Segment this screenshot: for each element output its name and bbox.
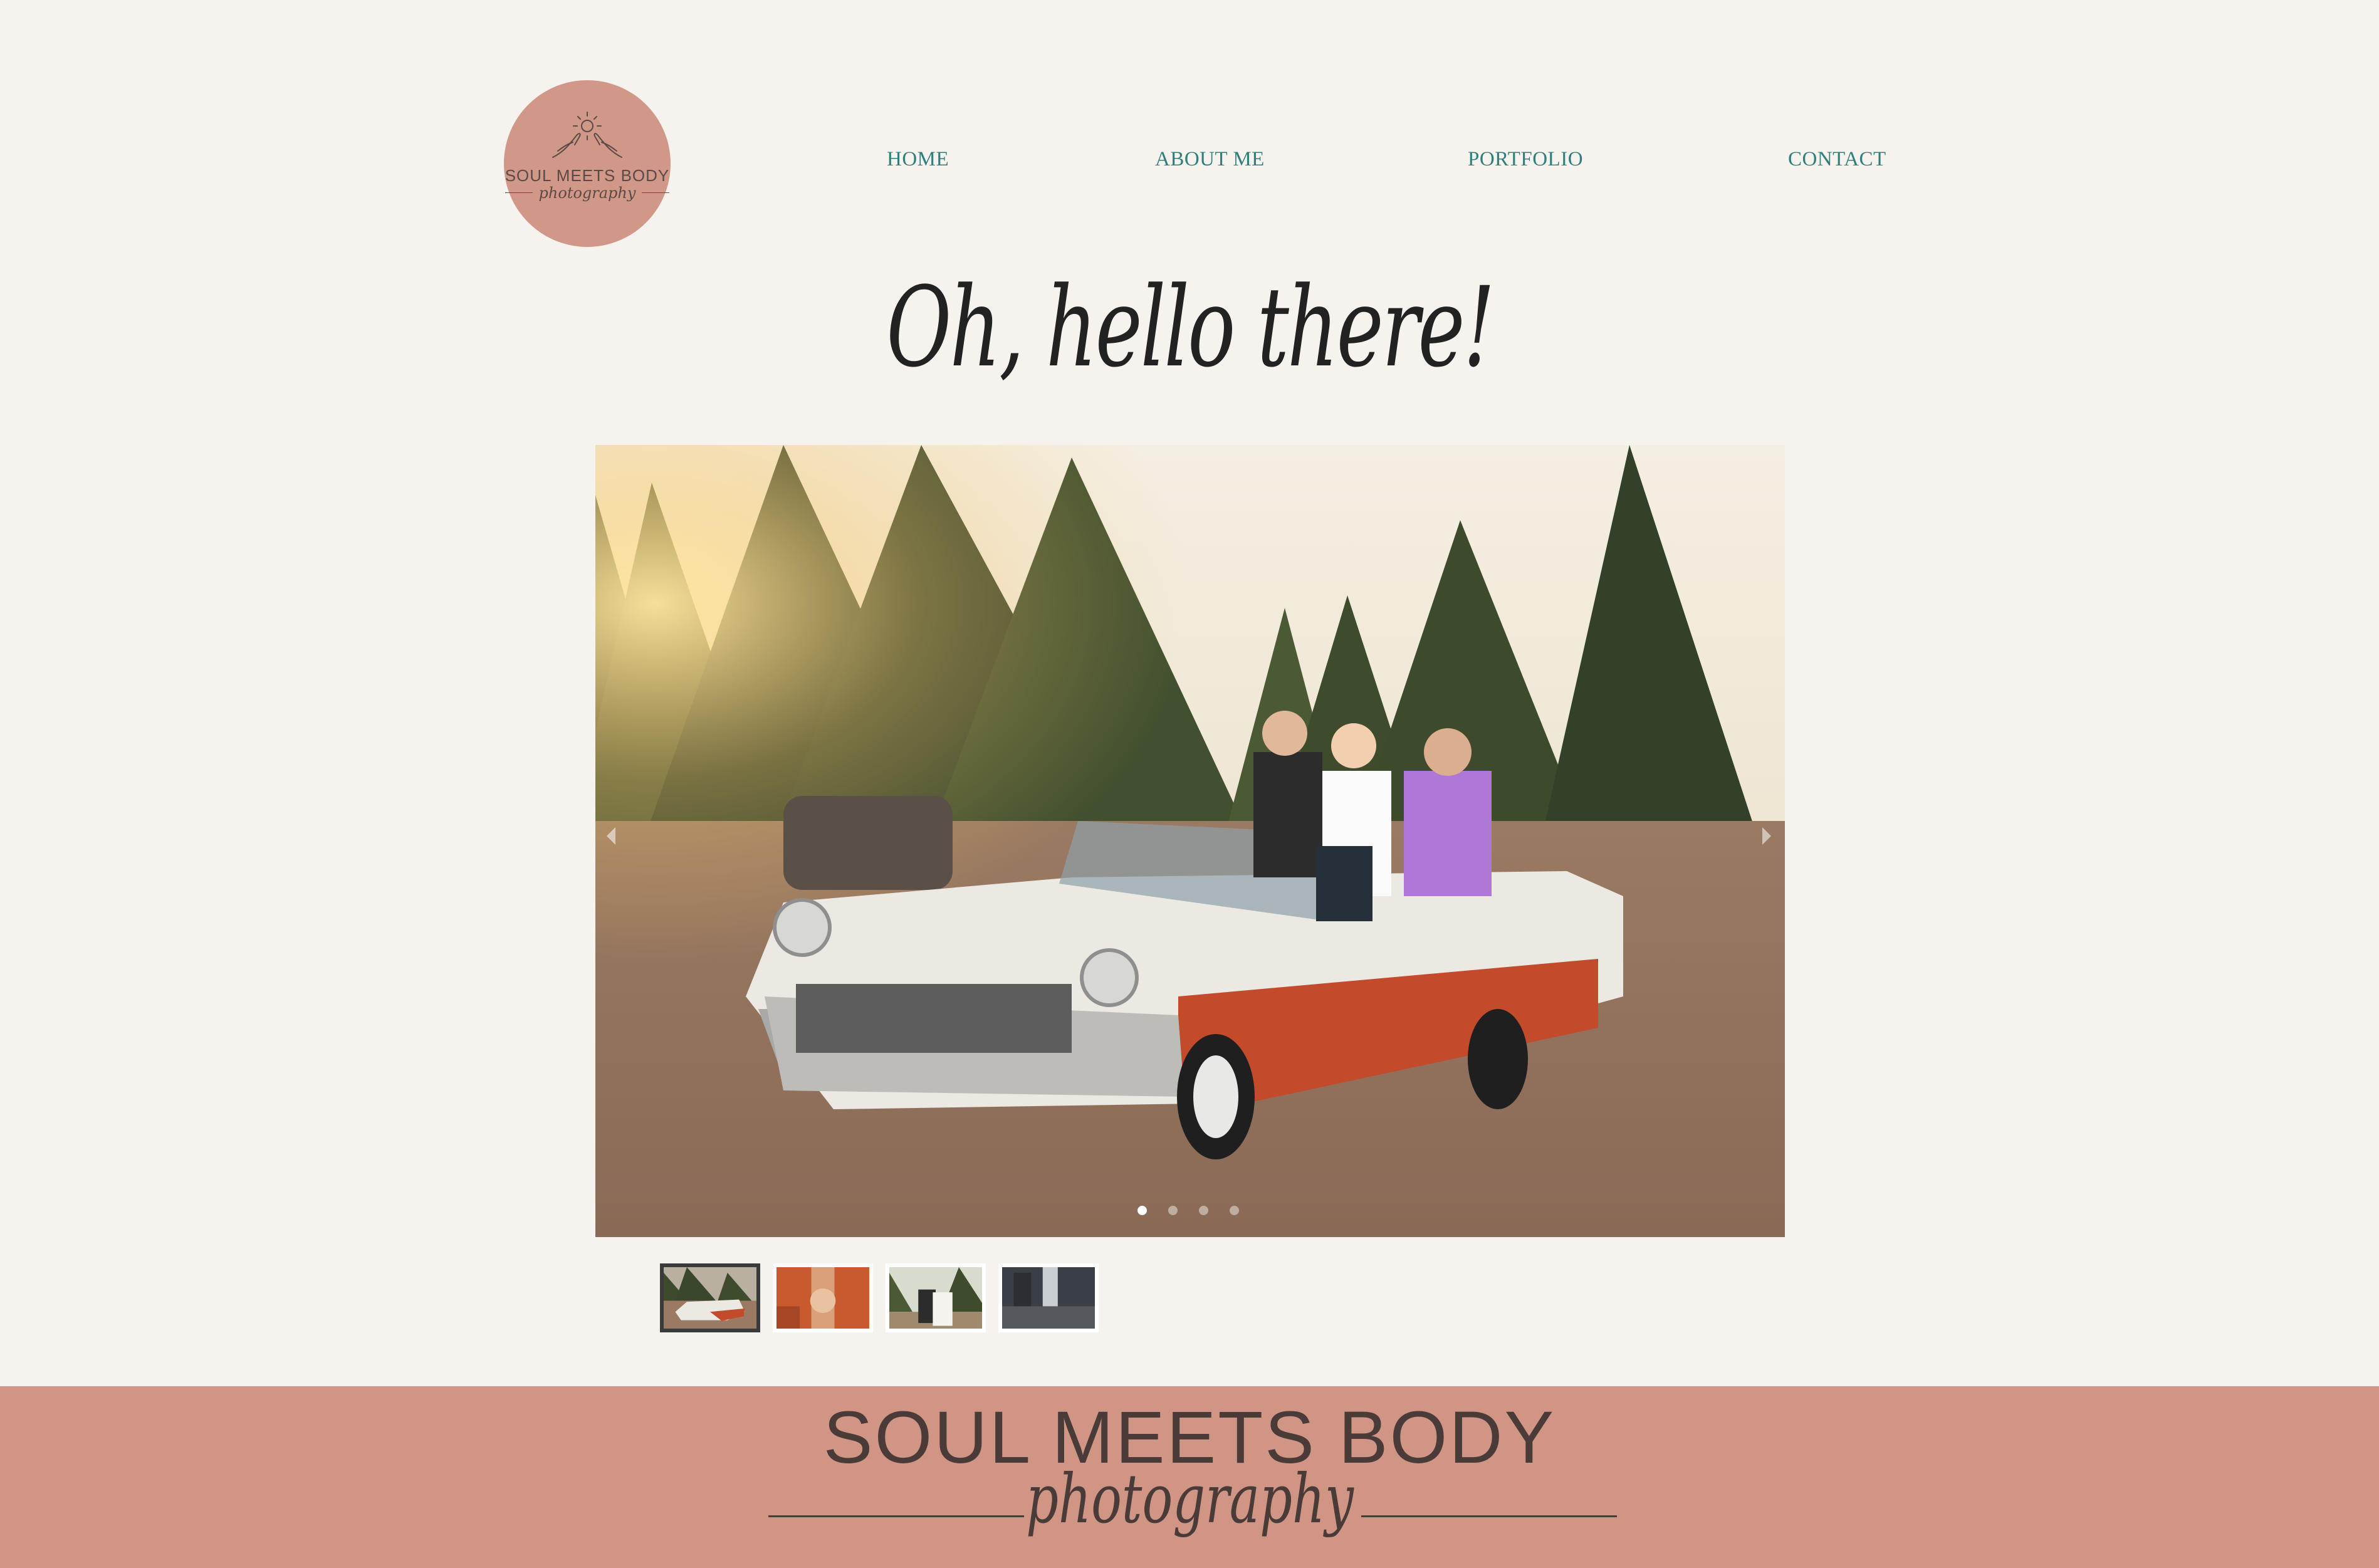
nav-contact-link[interactable]: CONTACT: [1788, 148, 1886, 171]
slide-pagination: [1137, 1206, 1239, 1215]
arrow-left-icon[interactable]: [607, 827, 615, 845]
footer-divider: [768, 1515, 1024, 1517]
site-logo[interactable]: SOUL MEETS BODY photography: [504, 80, 671, 247]
page-title: Oh, hello there!: [886, 263, 1495, 392]
slide-dot[interactable]: [1199, 1206, 1208, 1215]
slide-dot[interactable]: [1230, 1206, 1239, 1215]
footer-divider: [1361, 1515, 1617, 1517]
thumbnail-image: [1002, 1267, 1095, 1329]
thumbnail-image: [889, 1267, 982, 1329]
slide-dot[interactable]: [1137, 1206, 1147, 1215]
thumbnail[interactable]: [773, 1263, 873, 1332]
nav-home-link[interactable]: HOME: [887, 148, 949, 171]
logo-subtitle: photography: [505, 184, 670, 202]
thumbnail[interactable]: [998, 1263, 1099, 1332]
logo-name: SOUL MEETS BODY: [505, 165, 670, 185]
thumbnail-strip: [660, 1263, 1099, 1332]
slide-dot[interactable]: [1168, 1206, 1178, 1215]
photo-slideshow[interactable]: [595, 445, 1785, 1237]
arrow-right-icon[interactable]: [1762, 827, 1771, 845]
slide-photo: [595, 445, 1785, 1237]
thumbnail-image: [776, 1267, 869, 1329]
hands-sun-icon: [552, 111, 622, 158]
thumbnail-image: [664, 1267, 756, 1329]
nav-portfolio-link[interactable]: PORTFOLIO: [1468, 148, 1583, 171]
thumbnail[interactable]: [886, 1263, 986, 1332]
thumbnail[interactable]: [660, 1263, 760, 1332]
footer-brand-subtitle: photography: [1026, 1460, 1354, 1539]
nav-about-link[interactable]: ABOUT ME: [1155, 148, 1265, 171]
